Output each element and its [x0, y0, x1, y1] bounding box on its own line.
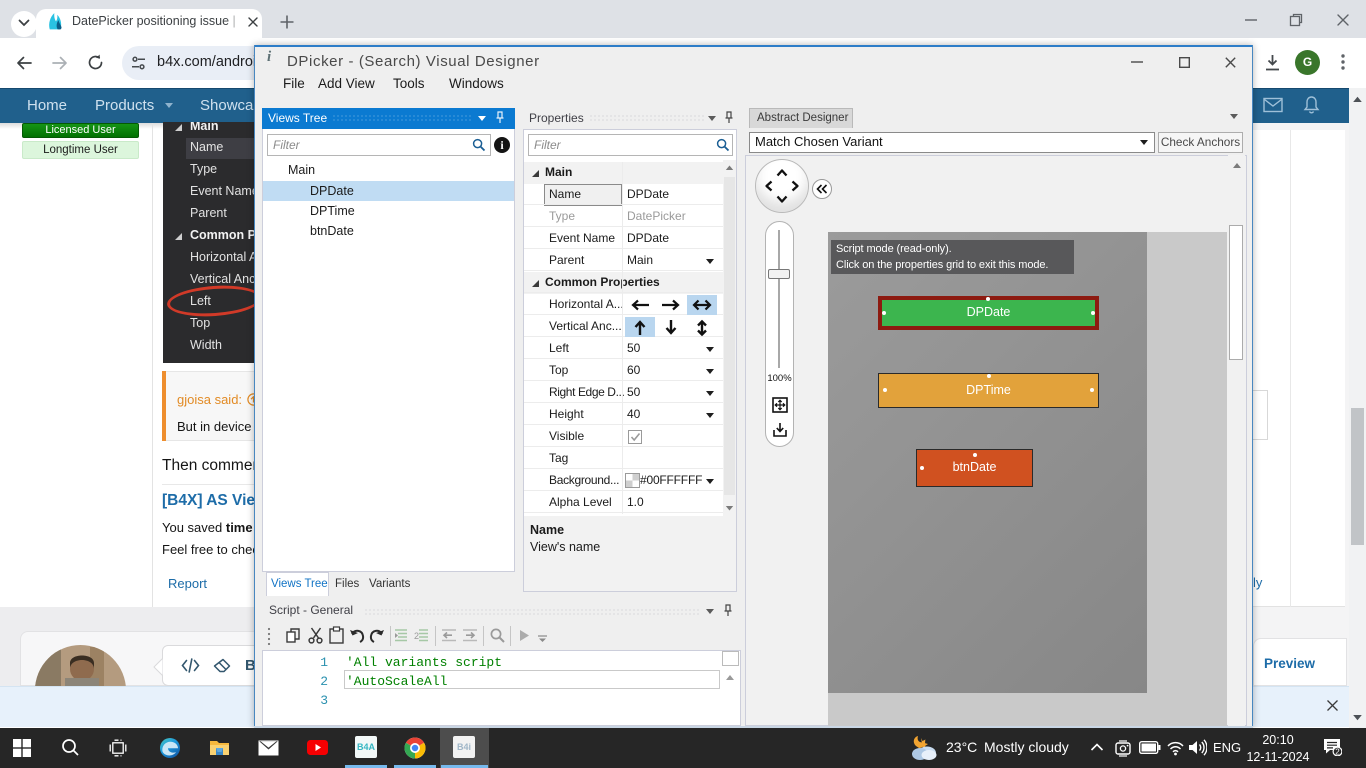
svg-text:2: 2 — [414, 631, 419, 641]
svg-text:2: 2 — [1335, 748, 1340, 756]
